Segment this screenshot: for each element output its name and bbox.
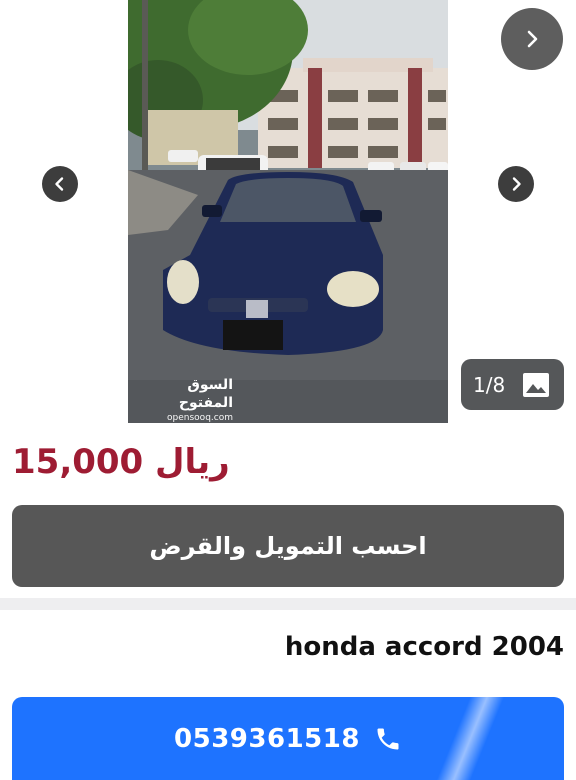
section-divider [0, 598, 576, 610]
watermark: السوق المفتوح opensooq.com [138, 376, 233, 423]
photo-counter-badge[interactable]: 1/8 [461, 359, 564, 410]
car-photo[interactable] [128, 0, 448, 423]
previous-photo-button[interactable] [42, 166, 78, 202]
watermark-english: opensooq.com [167, 413, 233, 423]
finance-button-label: احسب التمويل والقرض [149, 532, 427, 560]
chevron-left-icon [55, 177, 64, 191]
chevron-right-icon [527, 30, 538, 48]
next-photo-button-large[interactable] [501, 8, 563, 70]
watermark-arabic: السوق المفتوح [178, 377, 233, 411]
phone-number: 0539361518 [174, 723, 360, 754]
calculate-finance-button[interactable]: احسب التمويل والقرض [12, 505, 564, 587]
phone-icon [377, 728, 399, 749]
listing-title: honda accord 2004 [284, 632, 564, 662]
price-label: 15,000 ريال [12, 442, 230, 482]
image-icon [523, 372, 549, 397]
chevron-right-icon [512, 177, 521, 191]
button-sheen [429, 697, 509, 780]
call-seller-button[interactable]: 0539361518 [12, 697, 564, 780]
photo-counter-text: 1/8 [473, 372, 506, 397]
next-photo-button[interactable] [498, 166, 534, 202]
image-gallery[interactable]: السوق المفتوح opensooq.com 1/8 [0, 0, 576, 425]
